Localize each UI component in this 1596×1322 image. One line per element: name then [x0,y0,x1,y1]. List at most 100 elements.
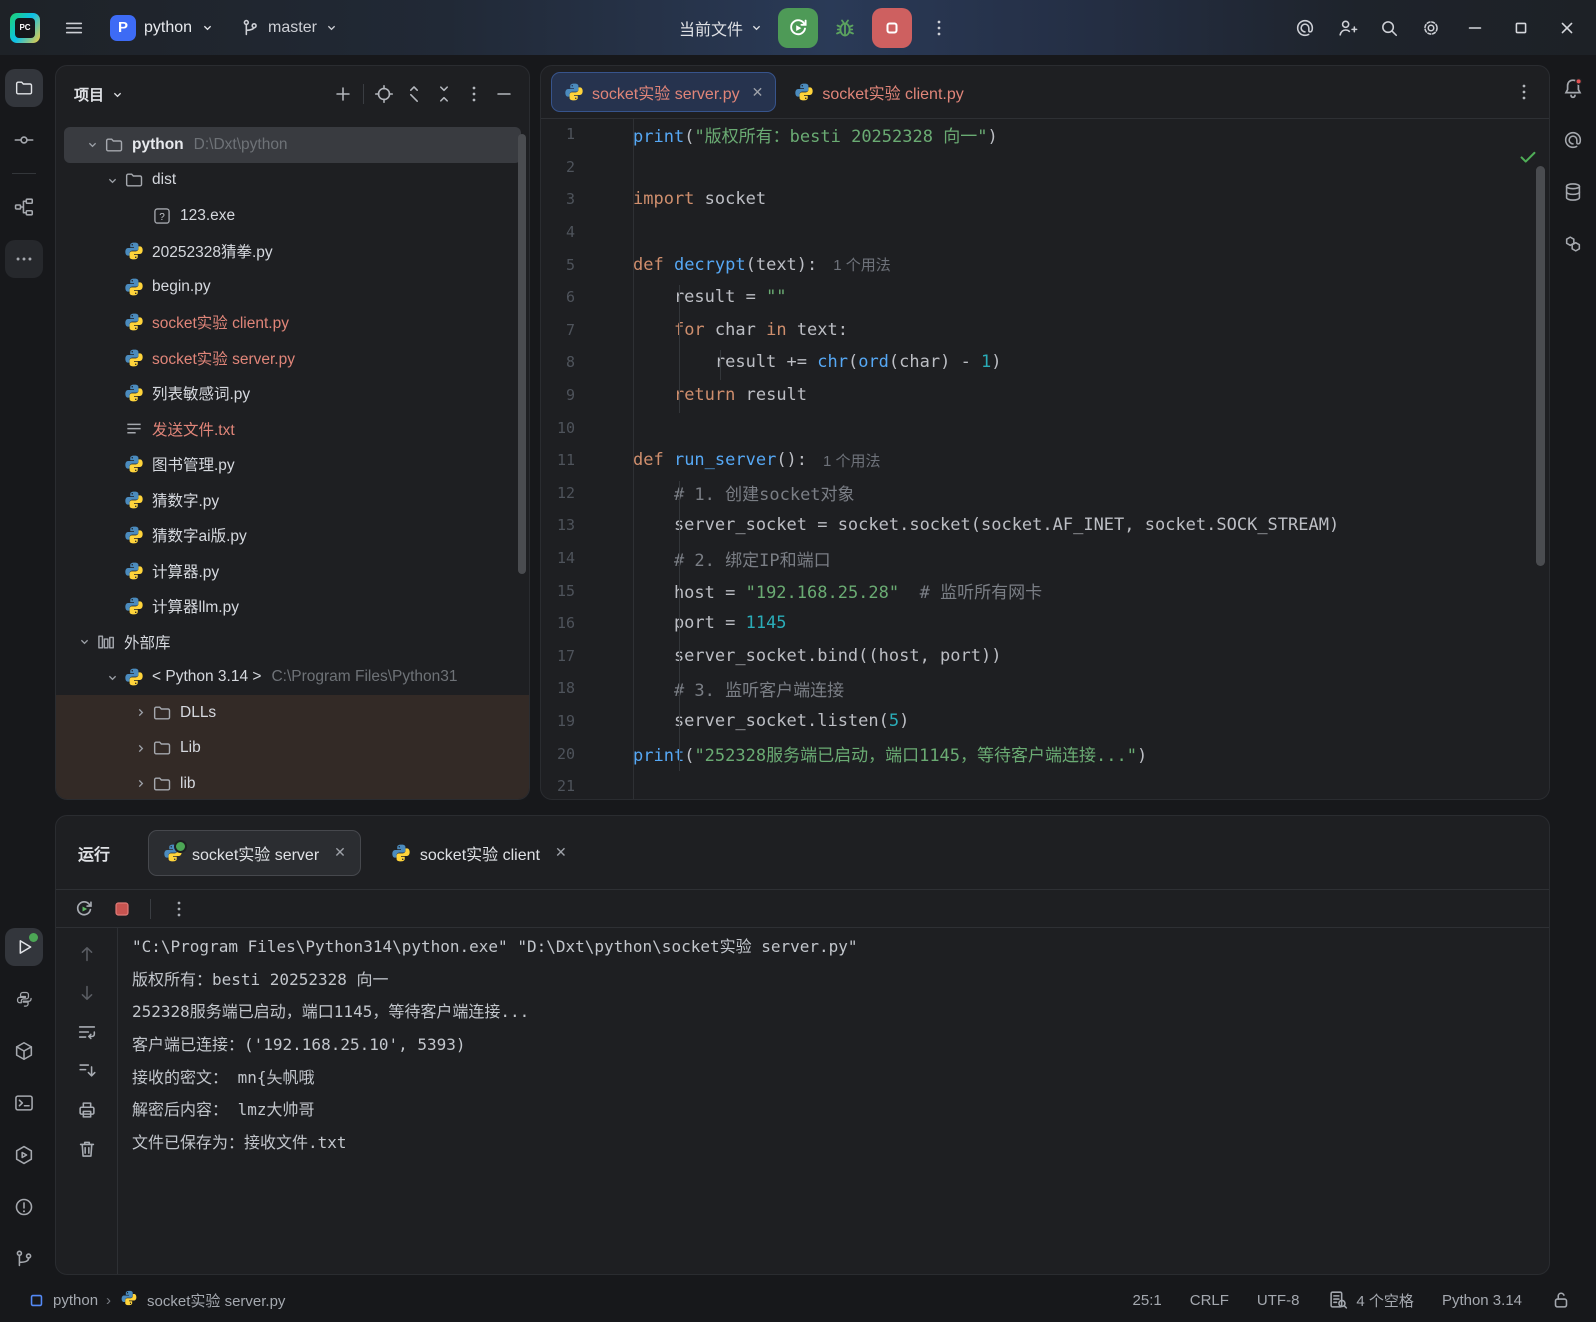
editor-tab[interactable]: socket实验 server.py ✕ [551,72,777,112]
line-number[interactable]: 3 [541,190,575,208]
lock-status[interactable] [1550,1289,1572,1311]
add-button[interactable] [328,79,358,109]
hide-panel-button[interactable] [489,79,519,109]
more-tools-icon[interactable] [5,240,43,278]
tree-item[interactable]: DLLs [56,695,529,731]
code-line[interactable]: 4 [541,216,1549,249]
ai-assistant-icon[interactable] [1554,121,1592,159]
code-line[interactable]: 13 server_socket = socket.socket(socket.… [541,509,1549,542]
tree-item[interactable]: dist [56,163,529,199]
code-line[interactable]: 9 return result [541,379,1549,412]
line-number[interactable]: 12 [541,484,575,502]
rerun-console-button[interactable] [70,895,98,923]
code-line[interactable]: 12 # 1. 创建socket对象 [541,477,1549,510]
chevron-down-icon[interactable] [100,173,124,188]
clear-console-button[interactable] [72,1134,102,1164]
line-number[interactable]: 8 [541,353,575,371]
soft-wrap-button[interactable] [72,1017,102,1047]
maximize-button[interactable] [1500,8,1542,48]
close-button[interactable] [1546,8,1588,48]
tree-item[interactable]: 猜数字.py [56,482,529,518]
tree-item[interactable]: 列表敏感词.py [56,376,529,412]
scroll-to-end-button[interactable] [72,1056,102,1086]
chevron-down-icon[interactable] [80,137,104,152]
tree-item[interactable]: 计算器.py [56,553,529,589]
project-widget[interactable]: P python [102,10,223,46]
version-control-icon[interactable] [5,1240,43,1278]
expand-all-button[interactable] [399,79,429,109]
line-number[interactable]: 21 [541,777,575,795]
tree-item[interactable]: 计算器llm.py [56,589,529,625]
line-number[interactable]: 13 [541,516,575,534]
services-tool-icon[interactable] [5,1136,43,1174]
problems-tool-icon[interactable] [5,1188,43,1226]
chevron-right-icon[interactable] [128,741,152,756]
line-number[interactable]: 20 [541,745,575,763]
tree-item[interactable]: 图书管理.py [56,447,529,483]
code-line[interactable]: 10 [541,411,1549,444]
console-options-button[interactable] [165,895,193,923]
prev-occurrence-button[interactable] [72,939,102,969]
main-menu-button[interactable] [56,10,92,46]
code-line[interactable]: 18 # 3. 监听客户端连接 [541,672,1549,705]
run-config-selector[interactable]: 当前文件 [673,16,770,40]
code-line[interactable]: 8 result += chr(ord(char) - 1) [541,346,1549,379]
code-line[interactable]: 6 result = "" [541,281,1549,314]
code-line[interactable]: 17 server_socket.bind((host, port)) [541,640,1549,673]
line-number[interactable]: 17 [541,647,575,665]
code-line[interactable]: 3 import socket [541,183,1549,216]
next-occurrence-button[interactable] [72,978,102,1008]
python-interpreter[interactable]: Python 3.14 [1442,1292,1522,1309]
line-ending[interactable]: CRLF [1190,1292,1229,1309]
status-file[interactable]: socket实验 server.py [147,1290,285,1311]
settings-button[interactable] [1412,9,1450,47]
file-encoding[interactable]: UTF-8 [1257,1292,1300,1309]
code-line[interactable]: 5 def decrypt(text): 1 个用法 [541,248,1549,281]
database-tool-icon[interactable] [1554,173,1592,211]
line-number[interactable]: 16 [541,614,575,632]
minimize-button[interactable] [1454,8,1496,48]
project-panel-title[interactable]: 项目 [74,84,125,105]
project-tool-icon[interactable] [5,69,43,107]
code-line[interactable]: 15 host = "192.168.25.28" # 监听所有网卡 [541,574,1549,607]
run-console[interactable]: "C:\Program Files\Python314\python.exe" … [56,927,1549,1274]
collapse-all-button[interactable] [429,79,459,109]
commit-tool-icon[interactable] [5,121,43,159]
tab-list-button[interactable] [1509,77,1539,107]
tree-item[interactable]: 猜数字ai版.py [56,518,529,554]
tree-item[interactable]: 20252328猜拳.py [56,234,529,270]
tree-item[interactable]: lib [56,766,529,799]
stop-console-button[interactable] [108,895,136,923]
chevron-down-icon[interactable] [72,634,96,649]
tree-item[interactable]: Lib [56,731,529,767]
close-tab-icon[interactable]: ✕ [752,84,764,101]
code-line[interactable]: 14 # 2. 绑定IP和端口 [541,542,1549,575]
run-tab[interactable]: socket实验 server ✕ [148,829,361,876]
plugins-tool-icon[interactable] [1554,225,1592,263]
ai-assistant-button[interactable] [1286,9,1324,47]
line-number[interactable]: 4 [541,223,575,241]
line-number[interactable]: 11 [541,451,575,469]
code-line[interactable]: 7 for char in text: [541,314,1549,347]
usages-inlay-hint[interactable]: 1 个用法 [833,254,891,275]
chevron-down-icon[interactable] [100,670,124,685]
search-everywhere-button[interactable] [1370,9,1408,47]
code-with-me-button[interactable] [1328,9,1366,47]
print-button[interactable] [72,1095,102,1125]
code-line[interactable]: 16 port = 1145 [541,607,1549,640]
line-number[interactable]: 15 [541,582,575,600]
run-more-button[interactable] [920,9,958,47]
panel-options-button[interactable] [459,79,489,109]
notifications-icon[interactable] [1554,69,1592,107]
python-console-icon[interactable] [5,980,43,1018]
debug-button[interactable] [826,9,864,47]
tree-item[interactable]: < Python 3.14 > C:\Program Files\Python31 [56,660,529,696]
editor-tab[interactable]: socket实验 client.py [782,73,975,111]
code-line[interactable]: 2 [541,151,1549,184]
indent-setting[interactable]: 4 个空格 [1327,1289,1414,1311]
stop-button[interactable] [871,7,912,48]
code-line[interactable]: 21 [541,770,1549,799]
run-tool-icon[interactable] [5,928,43,966]
line-number[interactable]: 10 [541,419,575,437]
line-number[interactable]: 1 [541,125,575,143]
